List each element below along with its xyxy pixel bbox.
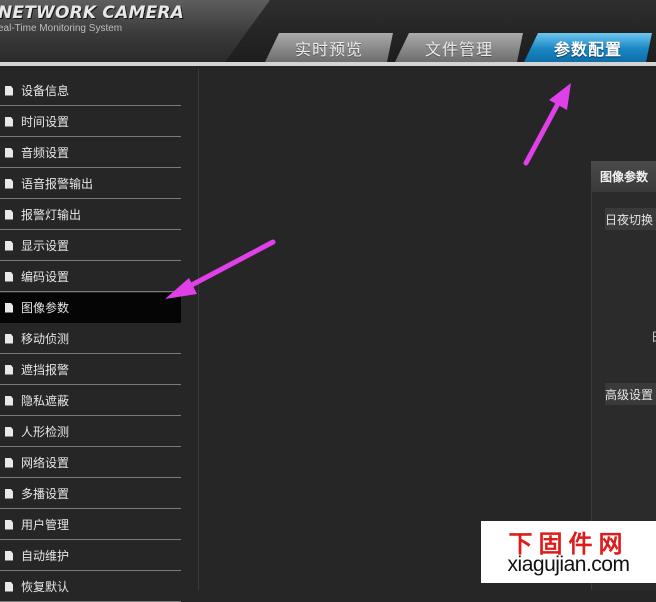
document-icon [5,519,13,530]
brand-plate: NETWORK CAMERA eal-Time Monitoring Syste… [0,0,270,62]
document-icon [5,271,13,282]
sidebar-item-label: 音频设置 [21,146,70,160]
sidebar-item-motion-detection[interactable]: 移动侦测 [0,324,181,354]
tab-parameter-config[interactable]: 参数配置 [524,33,652,62]
document-icon [5,85,13,96]
document-icon [5,147,13,158]
sidebar-item-label: 移动侦测 [21,332,70,346]
day-night-switch-label: 日夜切换 [605,208,656,230]
brand-subtitle: eal-Time Monitoring System [0,23,123,34]
sidebar-item-label: 多播设置 [21,487,70,501]
document-icon [5,488,13,499]
watermark-domain: xiagujian.com [507,553,630,576]
sidebar-item-label: 报警灯输出 [21,208,82,222]
sidebar-item-audio-settings[interactable]: 音频设置 [0,138,181,168]
tab-live-preview[interactable]: 实时预览 [265,33,393,62]
sidebar-item-label: 自动维护 [21,549,70,563]
sidebar-item-label: 设备信息 [21,84,70,98]
sidebar-item-display-settings[interactable]: 显示设置 [0,231,181,261]
sidebar-item-encoding-settings[interactable]: 编码设置 [0,262,181,292]
sidebar-item-time-settings[interactable]: 时间设置 [0,107,181,137]
document-icon [5,178,13,189]
sidebar-item-multicast-settings[interactable]: 多播设置 [0,479,181,509]
sidebar-item-label: 恢复默认 [21,580,70,594]
site-watermark: 下固件网 xiagujian.com [481,521,656,583]
sidebar-item-label: 时间设置 [21,115,70,129]
sidebar-item-label: 显示设置 [21,239,70,253]
sidebar-item-label: 人形检测 [21,425,70,439]
sidebar-item-restore-defaults[interactable]: 恢复默认 [0,572,181,602]
sidebar-item-label: 网络设置 [21,456,70,470]
header-divider [0,62,656,66]
sidebar-item-network-settings[interactable]: 网络设置 [0,448,181,478]
sidebar-item-auto-maintenance[interactable]: 自动维护 [0,541,181,571]
document-icon [5,426,13,437]
sidebar-item-voice-alarm-output[interactable]: 语音报警输出 [0,169,181,199]
sidebar-item-tamper-alarm[interactable]: 遮挡报警 [0,355,181,385]
main-content-area [199,69,656,590]
tab-file-management[interactable]: 文件管理 [395,33,523,62]
sidebar-item-label: 图像参数 [21,301,70,315]
app-header: NETWORK CAMERA eal-Time Monitoring Syste… [0,0,656,66]
sidebar-item-label: 遮挡报警 [21,363,70,377]
sidebar-item-user-management[interactable]: 用户管理 [0,510,181,540]
sidebar-item-label: 用户管理 [21,518,70,532]
sidebar-item-privacy-mask[interactable]: 隐私遮蔽 [0,386,181,416]
document-icon [5,457,13,468]
document-icon [5,209,13,220]
document-icon [5,333,13,344]
sidebar-item-device-info[interactable]: 设备信息 [0,76,181,106]
advanced-settings-label[interactable]: 高级设置 [605,383,656,405]
panel-title: 图像参数 [591,161,656,192]
brand-title: NETWORK CAMERA [0,3,185,23]
sidebar-item-human-detection[interactable]: 人形检测 [0,417,181,447]
document-icon [5,395,13,406]
document-icon [5,581,13,592]
document-icon [5,364,13,375]
settings-sidebar: 设备信息 时间设置 音频设置 语音报警输出 报警灯输出 显示设置 编码设置 图像… [0,69,199,602]
document-icon [5,116,13,127]
sidebar-item-label: 编码设置 [21,270,70,284]
sidebar-item-label: 语音报警输出 [21,177,94,191]
document-icon [5,240,13,251]
sidebar-item-label: 隐私遮蔽 [21,394,70,408]
sidebar-item-image-parameters[interactable]: 图像参数 [0,293,181,323]
document-icon [5,550,13,561]
document-icon [5,302,13,313]
truncated-label: 日 [651,328,656,344]
sidebar-item-alarm-light-output[interactable]: 报警灯输出 [0,200,181,230]
